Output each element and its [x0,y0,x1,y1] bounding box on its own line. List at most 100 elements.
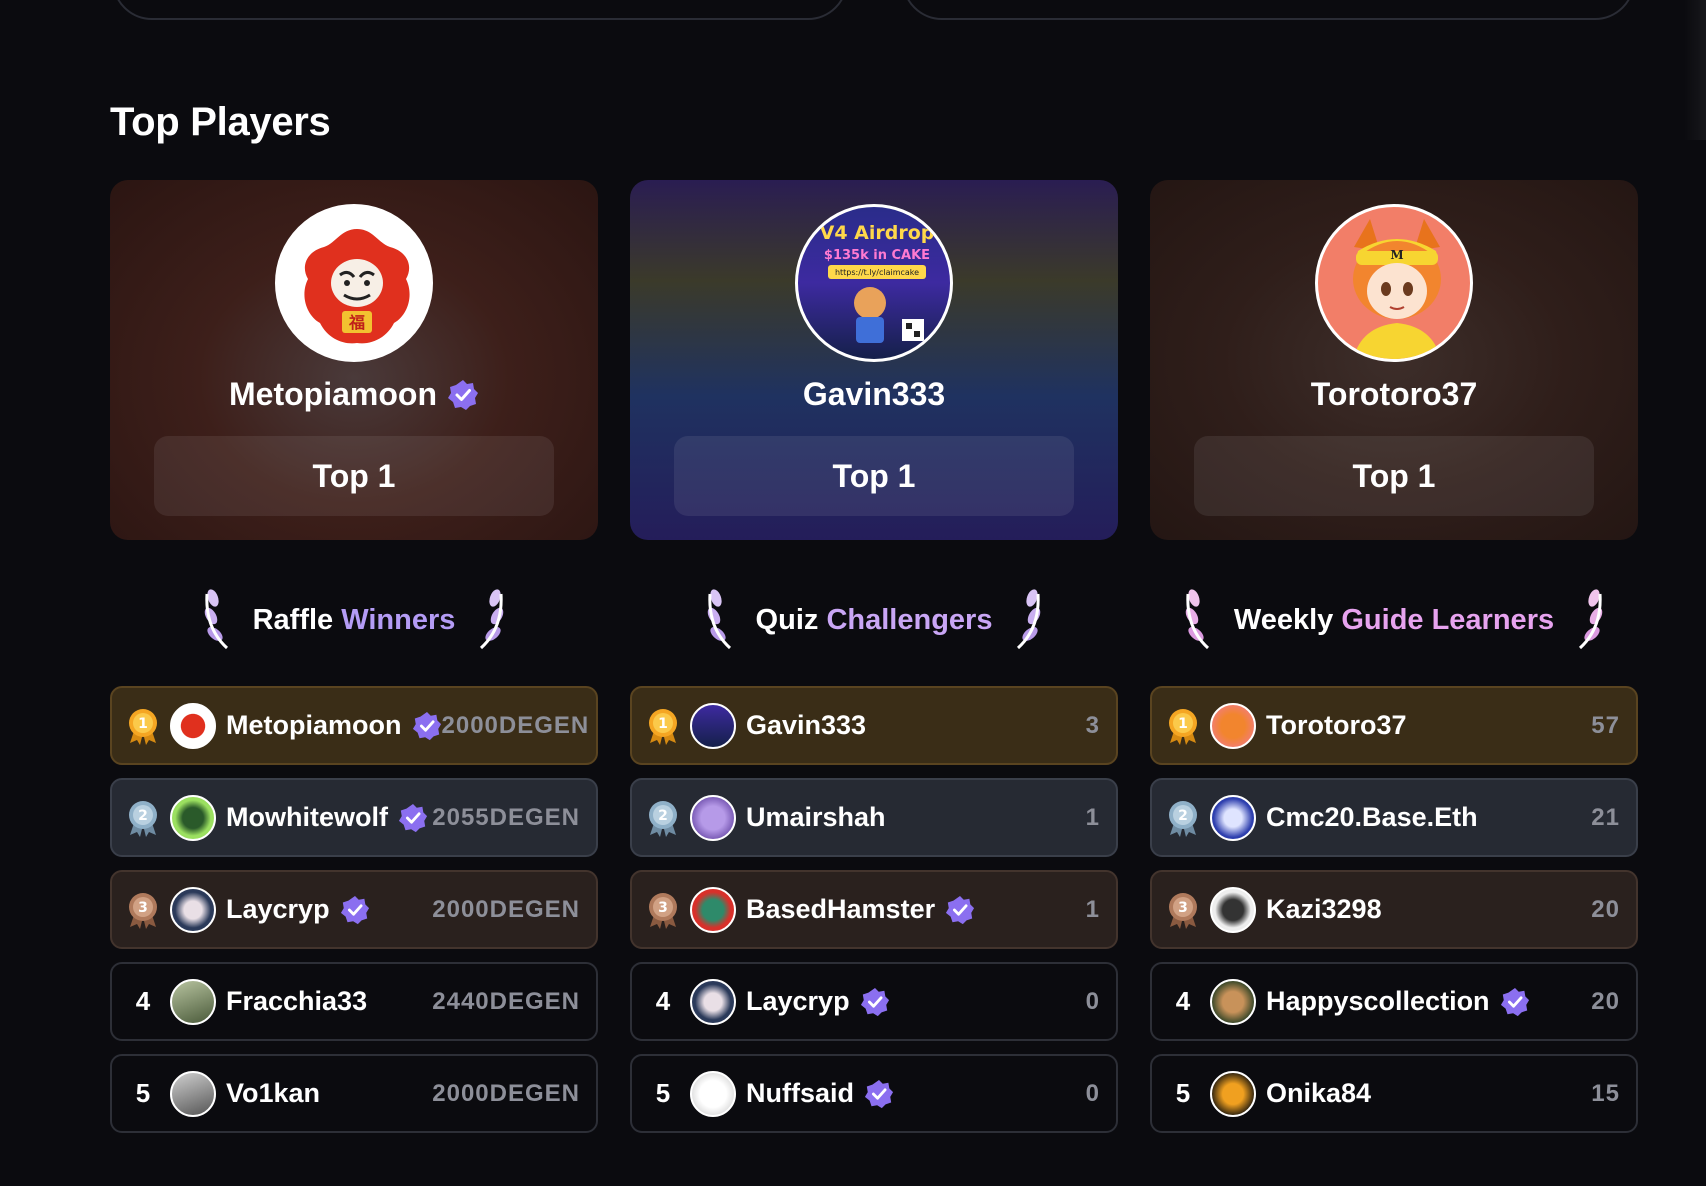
rank-number: 5 [655,1078,671,1108]
top-player-card[interactable]: 福 Metopiamoon Top 1 [110,180,598,540]
board-title-part2: Guide Learners [1341,603,1555,636]
rank-number: 5 [1175,1078,1191,1108]
verified-badge-icon [1500,987,1529,1016]
svg-text:1: 1 [658,716,668,732]
verified-badge-icon [412,711,441,740]
leaderboard-weekly-guide-learners: Weekly Guide Learners 1 Torotoro37 57 2 … [1150,582,1638,1133]
leaderboard-row[interactable]: 5 Onika84 15 [1150,1054,1638,1133]
svg-text:3: 3 [658,900,668,916]
leaderboard-row[interactable]: 3 Laycryp 2000DEGEN [110,870,598,949]
previous-card-right [902,0,1635,20]
top-rank-button[interactable]: Top 1 [154,436,554,516]
svg-text:1: 1 [1178,716,1188,732]
player-name: Fracchia33 [226,986,368,1016]
score-value: 1 [1085,895,1100,923]
verified-badge-icon [864,1079,894,1108]
avatar [690,978,736,1025]
svg-text:2: 2 [138,808,148,824]
top-player-card[interactable]: V4 Airdrop $135k in CAKE https://t.ly/cl… [630,180,1118,540]
score-value: 2000DEGEN [432,1079,580,1107]
previous-card-left [112,0,848,20]
score-value: 2055DEGEN [432,803,580,831]
rank-number: 4 [1175,986,1191,1016]
player-name[interactable]: Gavin333 [803,376,945,413]
avatar-text-link: https://t.ly/claimcake [835,268,919,277]
verified-badge-icon [447,379,478,410]
laurel-left-icon [204,589,228,650]
silver-medal-icon: 2 [649,800,677,837]
score-value: 20 [1591,987,1620,1015]
top-player-cards: 福 Metopiamoon Top 1 V4 Airdrop $135k in … [110,180,1638,540]
avatar [1210,702,1256,749]
player-name: Mowhitewolf [226,802,388,832]
board-title-part1: Weekly [1233,603,1334,636]
player-name: Metopiamoon [226,710,402,740]
v4-airdrop-avatar: V4 Airdrop $135k in CAKE https://t.ly/cl… [795,204,953,362]
player-name: Torotoro37 [1266,710,1407,740]
score-value: 2000DEGEN [441,711,590,739]
rank-number: 4 [135,986,151,1016]
leaderboard-row[interactable]: 1 Torotoro37 57 [1150,686,1638,765]
top-rank-button[interactable]: Top 1 [674,436,1074,516]
player-name: Happyscollection [1266,986,1490,1016]
top-player-card[interactable]: M Torotoro37 Top 1 [1150,180,1638,540]
leaderboard-row[interactable]: 4 Laycryp 0 [630,962,1118,1041]
leaderboard-row[interactable]: 1 Metopiamoon 2000DEGEN [110,686,598,765]
player-name: BasedHamster [746,894,936,924]
svg-text:3: 3 [138,900,148,916]
anime-fox-girl-avatar: M [1315,204,1473,362]
leaderboard-row[interactable]: 2 Umairshah 1 [630,778,1118,857]
player-name: Vo1kan [226,1078,321,1108]
player-name: Nuffsaid [746,1078,854,1108]
board-title-part2: Challengers [826,603,993,636]
avatar [690,794,736,841]
laurel-left-icon [1185,589,1209,650]
rank-number: 5 [135,1078,151,1108]
player-name: Umairshah [746,802,886,832]
avatar [170,702,216,749]
avatar [1210,794,1256,841]
avatar-text-prize: $135k in CAKE [824,248,930,263]
avatar [690,1070,736,1117]
leaderboard-row[interactable]: 3 BasedHamster 1 [630,870,1118,949]
svg-text:2: 2 [1178,808,1188,824]
player-name: Onika84 [1266,1078,1372,1108]
score-value: 0 [1085,1079,1100,1107]
avatar [690,886,736,933]
svg-text:1: 1 [138,716,148,732]
avatar-text-title: V4 Airdrop [820,222,935,244]
avatar [1210,886,1256,933]
player-name: Kazi3298 [1266,894,1382,924]
verified-badge-icon [340,895,369,924]
board-title-part2: Winners [341,603,456,636]
laurel-right-icon [1579,589,1603,650]
top-rank-button[interactable]: Top 1 [1194,436,1594,516]
player-name: Laycryp [746,986,850,1016]
leaderboard-row[interactable]: 4 Happyscollection 20 [1150,962,1638,1041]
avatar [170,794,216,841]
laurel-left-icon [707,589,731,650]
leaderboard-row[interactable]: 4 Fracchia33 2440DEGEN [110,962,598,1041]
verified-badge-icon [946,895,975,924]
leaderboard-row[interactable]: 3 Kazi3298 20 [1150,870,1638,949]
player-name[interactable]: Metopiamoon [229,376,437,413]
leaderboard-row[interactable]: 5 Vo1kan 2000DEGEN [110,1054,598,1133]
section-title: Top Players [110,100,331,144]
svg-text:M: M [1390,248,1403,262]
leaderboard-raffle-winners: Raffle Winners 1 Metopiamoon 2000DEGEN 2… [110,582,598,1133]
scrollbar-track [1684,0,1706,140]
bronze-medal-icon: 3 [1169,892,1197,929]
leaderboard-row[interactable]: 2 Mowhitewolf 2055DEGEN [110,778,598,857]
leaderboard-header: Weekly Guide Learners [1150,582,1638,658]
svg-text:2: 2 [658,808,668,824]
leaderboard-header: Quiz Challengers [630,582,1118,658]
leaderboard-row[interactable]: 2 Cmc20.Base.Eth 21 [1150,778,1638,857]
leaderboard-header: Raffle Winners [110,582,598,658]
score-value: 1 [1085,803,1100,831]
score-value: 15 [1591,1079,1620,1107]
avatar [690,702,736,749]
leaderboard-row[interactable]: 1 Gavin333 3 [630,686,1118,765]
avatar [1210,978,1256,1025]
leaderboard-row[interactable]: 5 Nuffsaid 0 [630,1054,1118,1133]
player-name[interactable]: Torotoro37 [1311,376,1478,413]
